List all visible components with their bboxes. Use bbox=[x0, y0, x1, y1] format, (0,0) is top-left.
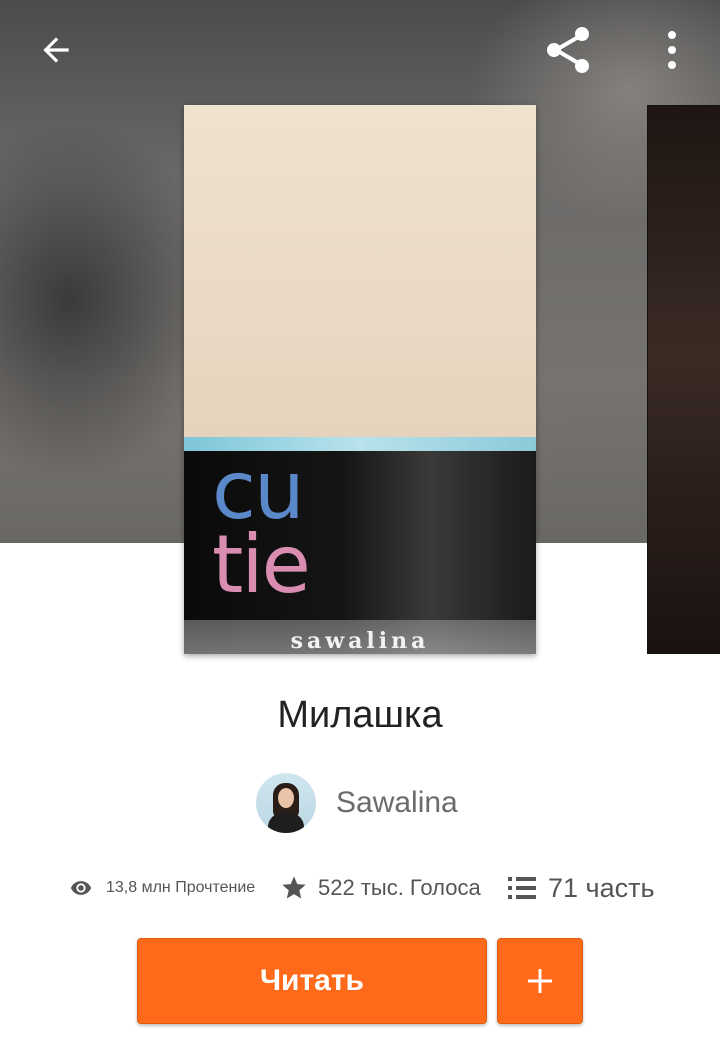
read-button[interactable]: Читать bbox=[137, 938, 487, 1024]
author-link[interactable]: Sawalina bbox=[256, 772, 458, 834]
share-icon bbox=[547, 27, 589, 73]
cover-author-text: sawalina bbox=[290, 628, 430, 654]
story-stats: 13,8 млн Прочтение 522 тыс. Голоса 71 ча… bbox=[66, 866, 666, 910]
more-options-button[interactable] bbox=[640, 16, 704, 84]
top-app-bar bbox=[0, 0, 720, 100]
list-icon bbox=[508, 877, 536, 899]
parts-count: 71 часть bbox=[548, 872, 655, 903]
story-title: Милашка bbox=[277, 694, 443, 736]
reads-stat: 13,8 млн Прочтение bbox=[66, 866, 255, 910]
star-icon bbox=[282, 876, 306, 899]
avatar bbox=[256, 773, 316, 833]
add-to-library-button[interactable] bbox=[497, 938, 583, 1024]
cover-title-line: tie bbox=[212, 518, 311, 611]
reads-count: 13,8 млн Прочтение bbox=[106, 879, 256, 896]
more-vertical-icon bbox=[668, 31, 676, 69]
next-book-cover[interactable] bbox=[647, 105, 720, 654]
book-cover[interactable]: cu tie sawalina bbox=[184, 105, 536, 654]
votes-count: 522 тыс. Голоса bbox=[318, 875, 481, 900]
eye-icon bbox=[70, 881, 92, 895]
votes-stat: 522 тыс. Голоса bbox=[280, 866, 481, 910]
plus-icon bbox=[528, 969, 552, 993]
author-name: Sawalina bbox=[336, 786, 458, 819]
share-button[interactable] bbox=[532, 16, 604, 84]
arrow-left-icon bbox=[43, 37, 69, 63]
back-button[interactable] bbox=[22, 16, 90, 84]
cover-photo bbox=[184, 105, 536, 437]
parts-stat[interactable]: 71 часть bbox=[508, 866, 655, 910]
